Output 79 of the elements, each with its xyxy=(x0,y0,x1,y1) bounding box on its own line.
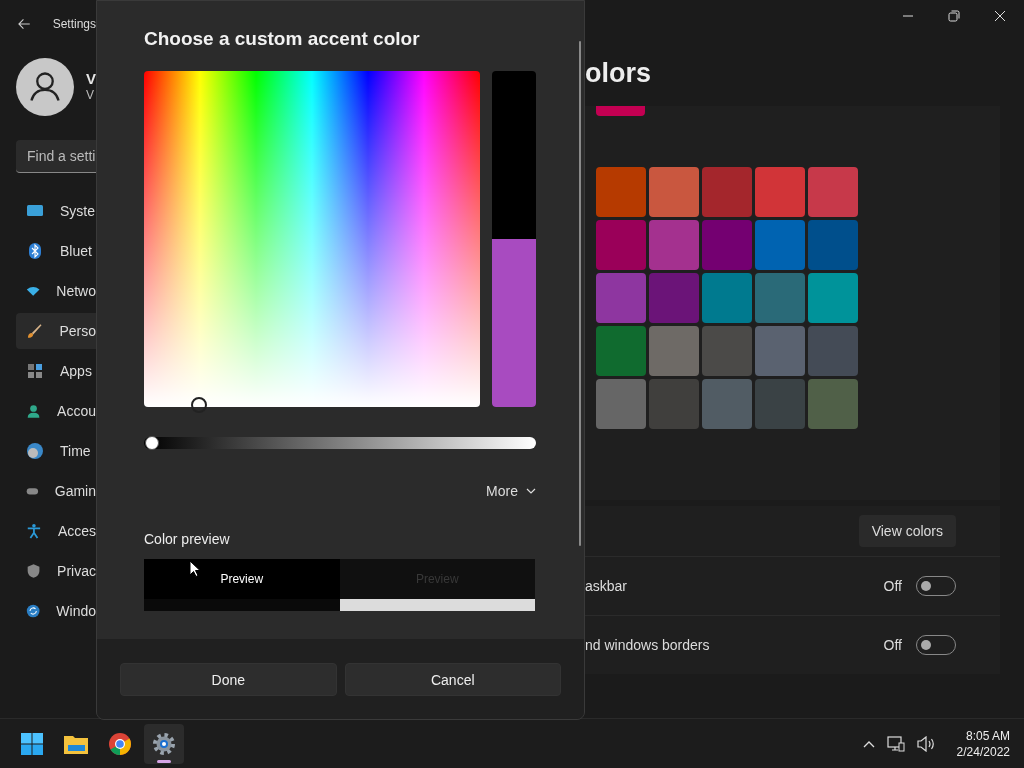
sidebar-item[interactable]: Perso xyxy=(16,313,96,349)
chevron-up-icon[interactable] xyxy=(862,739,875,748)
color-swatch[interactable] xyxy=(755,326,805,376)
color-swatch[interactable] xyxy=(596,220,646,270)
clock-time[interactable]: 8:05 AM xyxy=(965,727,1010,744)
close-icon[interactable] xyxy=(994,10,1006,22)
clock-date[interactable]: 2/24/2022 xyxy=(956,743,1010,760)
more-button[interactable]: More xyxy=(486,479,536,503)
sidebar-item[interactable]: Accou xyxy=(16,393,96,429)
page-title: olors xyxy=(585,58,652,90)
recent-color[interactable] xyxy=(596,106,645,116)
color-swatch[interactable] xyxy=(596,326,646,376)
picker-handle[interactable] xyxy=(191,397,207,413)
sidebar-item[interactable]: Bluet xyxy=(16,233,96,269)
chevron-down-icon xyxy=(526,488,536,494)
sidebar-item[interactable]: Apps xyxy=(16,353,96,389)
apps-icon xyxy=(26,362,44,380)
color-swatch[interactable] xyxy=(596,167,646,217)
sidebar-item[interactable]: Privac xyxy=(16,553,96,589)
clock-icon xyxy=(26,442,44,460)
color-swatch[interactable] xyxy=(755,167,805,217)
color-swatch[interactable] xyxy=(702,326,752,376)
accessibility-icon xyxy=(26,522,42,540)
color-swatch[interactable] xyxy=(596,273,646,323)
back-arrow-icon[interactable] xyxy=(18,18,31,30)
user-name: V xyxy=(86,71,96,87)
toggle-state: Off xyxy=(883,578,902,594)
color-swatch[interactable] xyxy=(808,273,858,323)
setting-label: nd windows borders xyxy=(585,637,711,653)
preview-text: Preview xyxy=(220,571,264,588)
value-slider[interactable] xyxy=(144,437,536,449)
slider-thumb[interactable] xyxy=(144,436,159,450)
sidebar-item[interactable]: Gamin xyxy=(16,473,96,509)
section-label: Color preview xyxy=(144,531,231,547)
color-swatch[interactable] xyxy=(755,273,805,323)
gear-icon xyxy=(152,731,176,756)
setting-label: askbar xyxy=(585,578,629,594)
color-swatch[interactable] xyxy=(596,379,646,429)
color-swatch[interactable] xyxy=(702,167,752,217)
color-swatch[interactable] xyxy=(649,220,699,270)
color-swatch[interactable] xyxy=(649,326,699,376)
person-icon xyxy=(26,402,42,420)
color-swatch[interactable] xyxy=(755,220,805,270)
user-email: V xyxy=(86,87,95,103)
toggle-state: Off xyxy=(883,637,902,653)
shield-icon xyxy=(26,562,42,580)
color-swatch[interactable] xyxy=(808,326,858,376)
color-swatch[interactable] xyxy=(649,379,699,429)
brush-icon xyxy=(26,322,44,340)
sidebar-item[interactable]: Syste xyxy=(16,193,96,229)
sidebar-item[interactable]: Netwo xyxy=(16,273,96,309)
network-icon[interactable] xyxy=(886,735,905,752)
color-swatch[interactable] xyxy=(649,273,699,323)
color-swatch[interactable] xyxy=(702,273,752,323)
cancel-button[interactable]: Cancel xyxy=(344,663,561,696)
sidebar-item[interactable]: Windo xyxy=(16,593,96,629)
windows-logo-icon xyxy=(20,731,44,756)
sidebar-item[interactable]: Acces xyxy=(16,513,96,549)
refresh-icon xyxy=(26,602,41,620)
sidebar-item[interactable]: Time xyxy=(16,433,96,469)
color-swatch[interactable] xyxy=(808,379,858,429)
color-swatch[interactable] xyxy=(702,379,752,429)
dialog-title: Choose a custom accent color xyxy=(144,28,421,50)
done-button[interactable]: Done xyxy=(120,663,337,696)
color-swatch[interactable] xyxy=(808,220,858,270)
maximize-icon[interactable] xyxy=(948,10,960,22)
color-swatch[interactable] xyxy=(649,167,699,217)
bluetooth-icon xyxy=(26,242,44,260)
color-swatch[interactable] xyxy=(755,379,805,429)
volume-icon[interactable] xyxy=(916,735,935,752)
avatar-icon xyxy=(16,57,74,117)
color-swatch[interactable] xyxy=(808,167,858,217)
search-field[interactable]: Find a setti xyxy=(16,140,96,173)
view-colors-button[interactable]: View colors xyxy=(858,515,956,547)
color-swatch[interactable] xyxy=(702,220,752,270)
window-title: Settings xyxy=(52,17,96,31)
browser-icon xyxy=(108,731,132,756)
color-spectrum[interactable] xyxy=(144,71,480,407)
settings-app-button[interactable] xyxy=(144,723,184,764)
